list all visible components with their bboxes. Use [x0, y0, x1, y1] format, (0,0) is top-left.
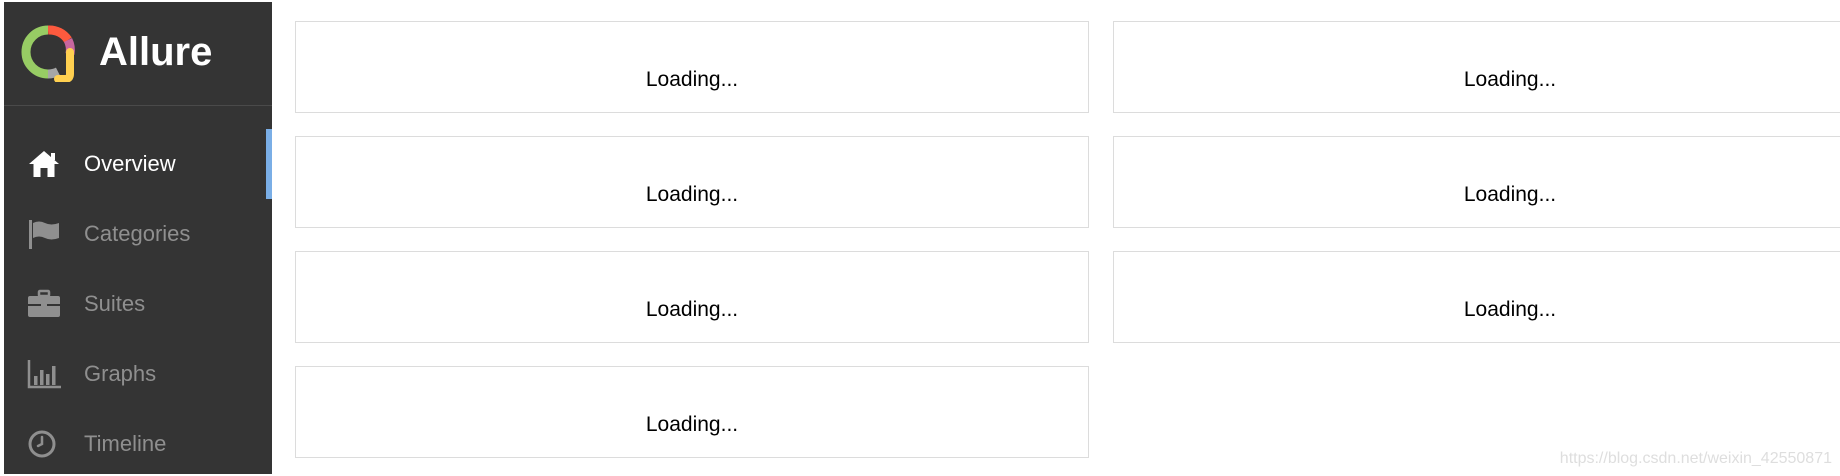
sidebar-item-label: Graphs	[84, 361, 157, 386]
widget-card: Loading...	[1113, 136, 1840, 228]
brand-header[interactable]: Allure	[4, 2, 272, 106]
briefcase-icon	[28, 289, 60, 317]
loading-text: Loading...	[645, 298, 739, 321]
loading-text: Loading...	[1463, 298, 1557, 321]
sidebar-item-label: Categories	[84, 221, 191, 246]
sidebar-item-timeline[interactable]: Timeline	[4, 409, 272, 474]
allure-logo-icon	[21, 25, 75, 82]
sidebar-item-label: Timeline	[84, 431, 167, 456]
bar-chart-icon	[27, 360, 61, 389]
home-icon	[29, 151, 59, 177]
flag-icon	[29, 220, 59, 249]
app-title: Allure	[99, 30, 213, 74]
sidebar-item-graphs[interactable]: Graphs	[4, 339, 272, 409]
widget-card: Loading...	[1113, 21, 1840, 113]
loading-text: Loading...	[645, 413, 739, 436]
sidebar-item-overview[interactable]: Overview	[4, 129, 272, 199]
loading-text: Loading...	[1463, 68, 1557, 91]
widget-card: Loading...	[295, 366, 1089, 458]
sidebar-item-categories[interactable]: Categories	[4, 199, 272, 269]
widget-card: Loading...	[1113, 251, 1840, 343]
loading-text: Loading...	[1463, 183, 1557, 206]
widget-card: Loading...	[295, 136, 1089, 228]
allure-report-app: Allure Overview Categories Suites Graphs…	[0, 0, 1840, 476]
overview-widgets: Loading... Loading... Loading... Loading…	[272, 0, 1840, 476]
widget-card: Loading...	[295, 21, 1089, 113]
watermark-text: https://blog.csdn.net/weixin_42550871	[1559, 450, 1832, 467]
sidebar: Allure Overview Categories Suites Graphs…	[4, 2, 272, 474]
loading-text: Loading...	[645, 68, 739, 91]
clock-icon	[28, 430, 56, 458]
sidebar-item-label: Suites	[84, 291, 146, 316]
sidebar-item-suites[interactable]: Suites	[4, 269, 272, 339]
loading-text: Loading...	[645, 183, 739, 206]
sidebar-item-label: Overview	[84, 151, 176, 176]
widget-card: Loading...	[295, 251, 1089, 343]
